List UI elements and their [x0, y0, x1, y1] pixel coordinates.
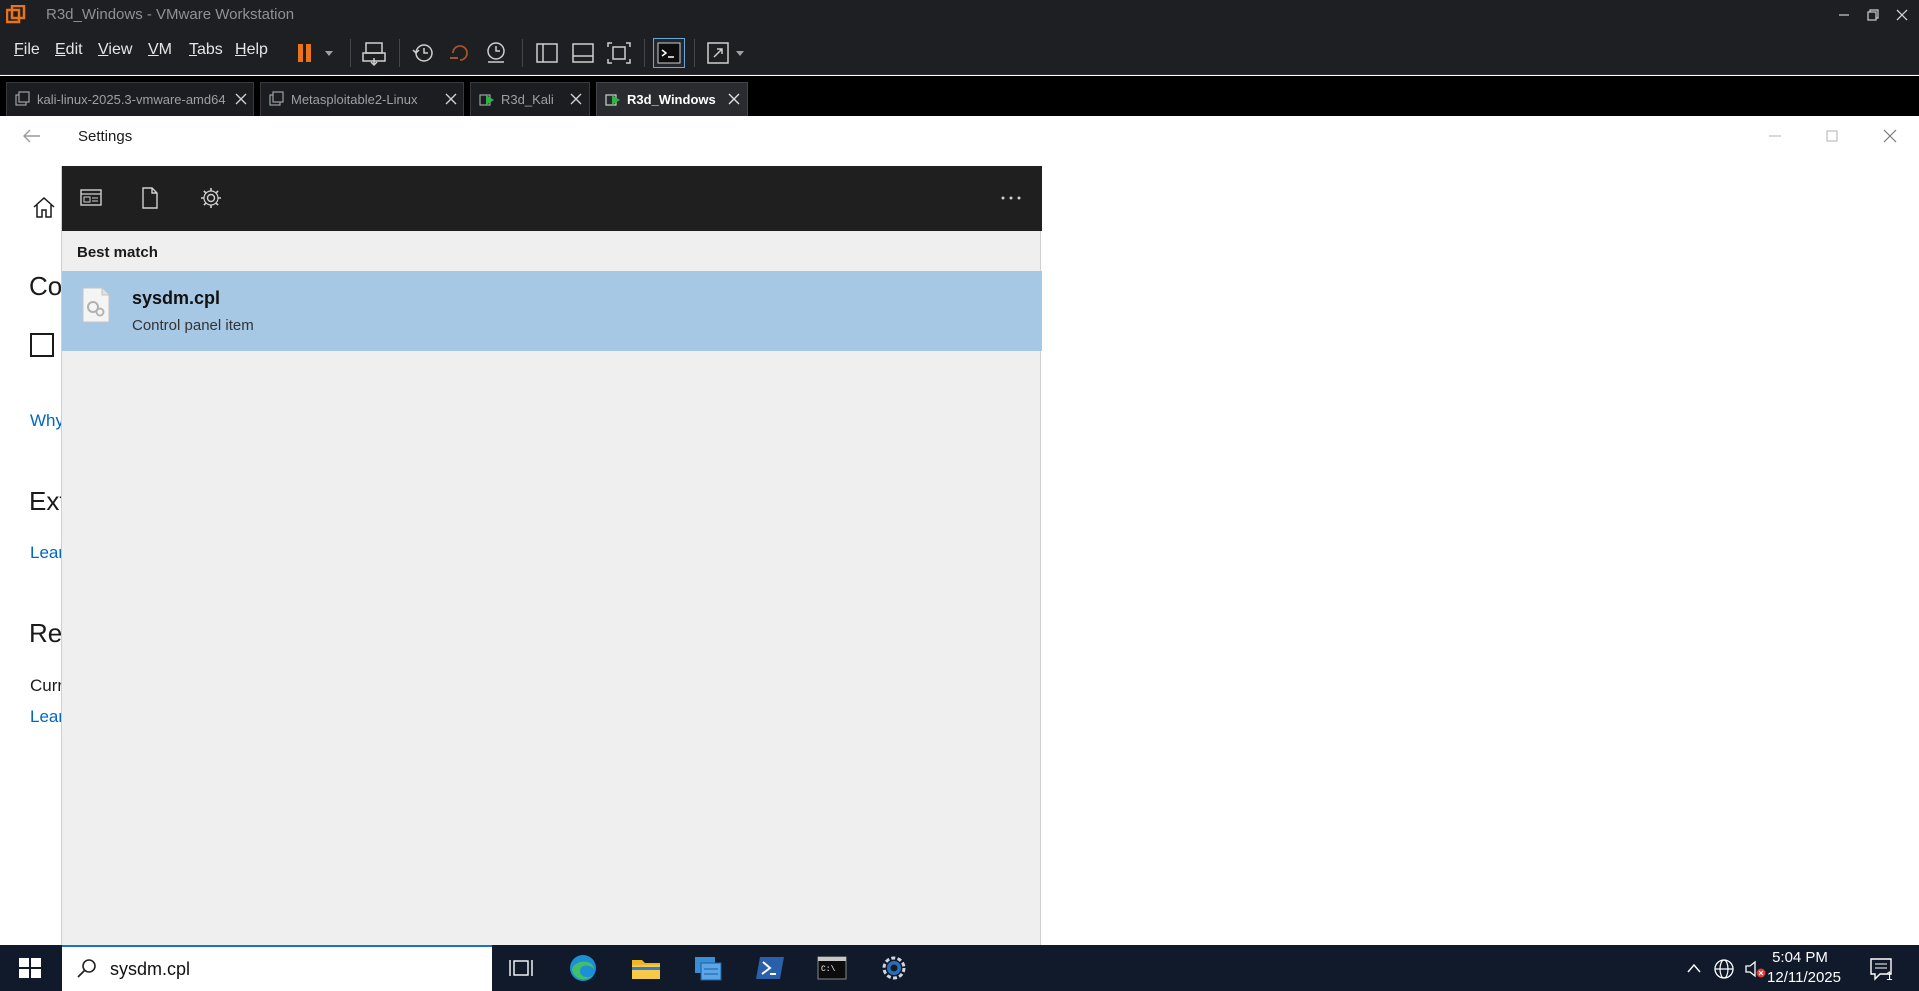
tab-label: R3d_Kali: [501, 92, 554, 107]
vmware-logo-icon: [6, 5, 26, 25]
thumbnail-bar-icon[interactable]: [567, 38, 599, 68]
result-subtitle: Control panel item: [132, 317, 254, 334]
more-options-icon[interactable]: [999, 188, 1023, 208]
menu-tabs[interactable]: Tabs: [189, 41, 223, 59]
task-view-icon[interactable]: [504, 952, 538, 984]
result-title: sysdm.cpl: [132, 288, 221, 308]
documents-filter-icon[interactable]: [139, 186, 161, 210]
vmware-menu-bar: File Edit View VM Tabs Help: [0, 31, 1919, 75]
close-tab-icon[interactable]: [234, 92, 248, 106]
tab-label: kali-linux-2025.3-vmware-amd64: [37, 92, 226, 107]
server-manager-icon[interactable]: [691, 952, 725, 984]
settings-link[interactable]: Why: [30, 411, 64, 431]
vm-running-icon: [479, 91, 495, 107]
tab-r3d-kali[interactable]: R3d_Kali: [470, 82, 590, 116]
settings-minimize-icon[interactable]: [1764, 126, 1786, 146]
toolbar-divider: [350, 39, 351, 67]
console-view-icon[interactable]: [653, 38, 685, 68]
vm-icon: [269, 91, 285, 107]
tab-label: Metasploitable2-Linux: [291, 92, 418, 107]
menu-view[interactable]: View: [98, 41, 132, 59]
menu-vm[interactable]: VM: [148, 41, 172, 59]
edge-icon[interactable]: [566, 952, 600, 984]
settings-filter-icon[interactable]: [199, 186, 223, 210]
network-globe-icon[interactable]: [1713, 958, 1735, 980]
home-icon[interactable]: [31, 195, 57, 219]
file-explorer-icon[interactable]: [629, 952, 663, 984]
svg-text:C:\: C:\: [821, 965, 836, 974]
settings-link[interactable]: Lear: [30, 707, 64, 727]
show-library-icon[interactable]: [531, 38, 563, 68]
settings-checkbox[interactable]: [30, 333, 54, 357]
pause-vm-button[interactable]: [292, 38, 336, 68]
start-search-panel: Best match sysdm.cpl Control panel item: [61, 166, 1042, 945]
powershell-icon[interactable]: [753, 952, 787, 984]
vm-icon: [15, 91, 31, 107]
toolbar-divider: [399, 39, 400, 67]
settings-link[interactable]: Lear: [30, 543, 64, 563]
send-ctrl-alt-del-icon[interactable]: [358, 38, 390, 68]
settings-close-icon[interactable]: [1879, 126, 1901, 146]
back-arrow-icon[interactable]: [20, 126, 42, 146]
toolbar-divider: [522, 39, 523, 67]
snapshot-manager-icon[interactable]: [480, 38, 512, 68]
tab-kali-linux[interactable]: kali-linux-2025.3-vmware-amd64: [6, 82, 254, 116]
menu-help[interactable]: Help: [235, 41, 268, 59]
window-title: R3d_Windows - VMware Workstation: [46, 6, 295, 23]
notification-count-badge: 1: [1886, 969, 1893, 983]
close-tab-icon[interactable]: [569, 92, 583, 106]
start-button-icon[interactable]: [18, 957, 42, 979]
show-hidden-icons-icon[interactable]: [1686, 961, 1702, 975]
vm-running-icon: [605, 91, 621, 107]
toolbar-divider: [644, 39, 645, 67]
snapshot-icon[interactable]: [408, 38, 440, 68]
apps-filter-icon[interactable]: [79, 187, 103, 209]
tab-r3d-windows[interactable]: R3d_Windows: [596, 82, 748, 116]
notifications-icon[interactable]: [1868, 956, 1898, 982]
settings-heading: Co: [29, 271, 63, 301]
close-icon[interactable]: [1890, 3, 1914, 27]
menu-file[interactable]: File: [14, 41, 40, 59]
taskbar-search-box[interactable]: sysdm.cpl: [62, 945, 492, 991]
control-panel-file-icon: [81, 287, 111, 323]
minimize-icon[interactable]: [1832, 3, 1856, 27]
vm-tab-bar: kali-linux-2025.3-vmware-amd64 Metasploi…: [0, 76, 1919, 116]
cmd-icon[interactable]: C:\: [815, 952, 849, 984]
search-query-text[interactable]: sysdm.cpl: [110, 959, 190, 980]
restore-icon[interactable]: [1861, 3, 1885, 27]
toolbar-divider: [694, 39, 695, 67]
best-match-header: Best match: [77, 244, 158, 261]
vmware-title-bar: R3d_Windows - VMware Workstation: [0, 0, 1919, 31]
best-match-result[interactable]: sysdm.cpl Control panel item: [62, 271, 1042, 351]
clock-time[interactable]: 5:04 PM: [1755, 949, 1845, 966]
stretch-guest-icon[interactable]: [703, 38, 749, 68]
menu-edit[interactable]: Edit: [55, 41, 83, 59]
settings-icon[interactable]: [877, 952, 911, 984]
settings-window-title: Settings: [78, 128, 133, 145]
settings-text: Curr: [30, 676, 64, 695]
close-tab-icon[interactable]: [727, 92, 741, 106]
settings-maximize-icon[interactable]: [1821, 126, 1843, 146]
clock-date[interactable]: 12/11/2025: [1755, 969, 1853, 986]
tab-label: R3d_Windows: [627, 92, 716, 107]
search-filter-bar: [62, 166, 1042, 231]
taskbar: sysdm.cpl C:\ 5:04 PM 12/11/2025 1: [0, 945, 1919, 991]
revert-snapshot-icon[interactable]: [444, 38, 476, 68]
tab-metasploitable2[interactable]: Metasploitable2-Linux: [260, 82, 464, 116]
search-icon: [76, 958, 98, 980]
full-screen-icon[interactable]: [603, 38, 635, 68]
close-tab-icon[interactable]: [444, 92, 458, 106]
